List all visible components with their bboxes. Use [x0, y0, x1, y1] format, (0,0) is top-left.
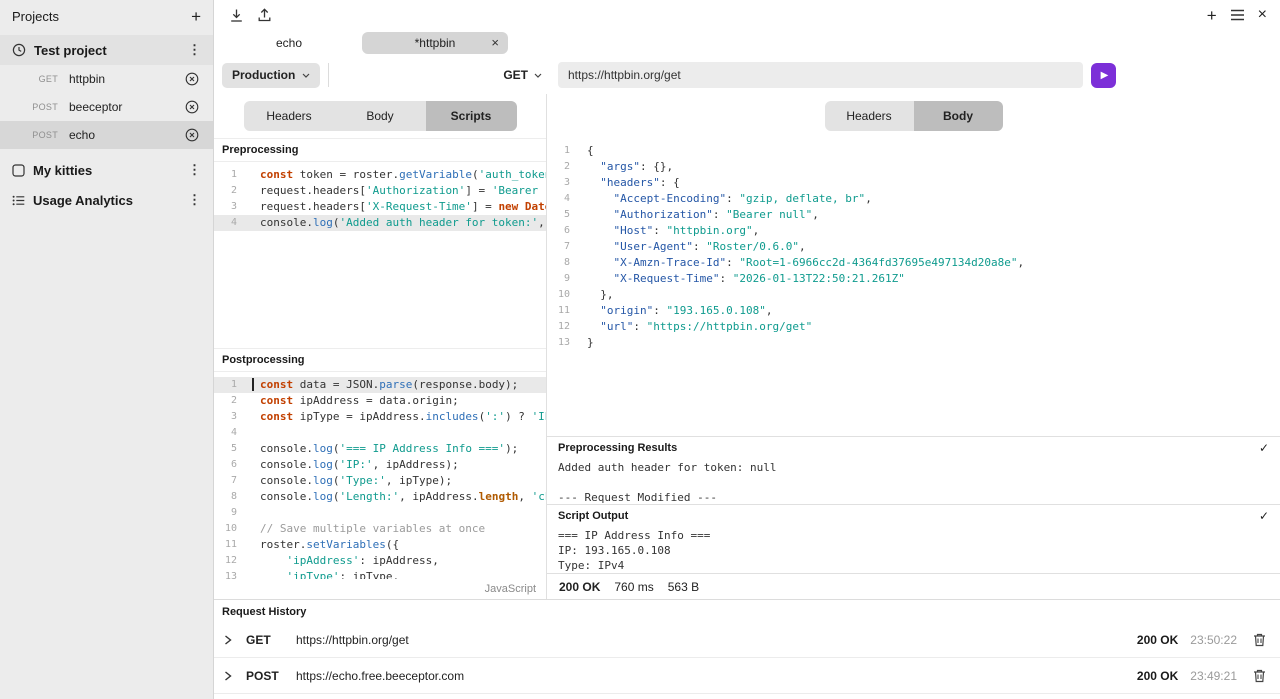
preprocessing-results-section: Preprocessing Results ✓ Added auth heade…	[547, 436, 1280, 504]
history-method: GET	[246, 633, 296, 647]
close-circle-icon[interactable]	[185, 72, 199, 86]
request-name: echo	[69, 128, 185, 142]
method-label: GET	[503, 68, 528, 82]
close-circle-icon[interactable]	[185, 128, 199, 142]
tab-httpbin[interactable]: *httpbin ×	[362, 32, 508, 54]
close-circle-icon[interactable]	[185, 100, 199, 114]
response-size: 563 B	[668, 580, 699, 594]
trash-icon[interactable]	[1253, 633, 1266, 647]
sidebar-item-test-project[interactable]: Test project ⋮	[0, 35, 213, 65]
menu-icon[interactable]	[1230, 9, 1245, 21]
project-menu-icon[interactable]: ⋮	[188, 42, 201, 58]
history-status: 200 OK	[1137, 669, 1178, 683]
chevron-down-icon	[534, 73, 542, 78]
chevron-right-icon[interactable]	[224, 671, 246, 681]
sidebar-request-httpbin[interactable]: GET httpbin	[0, 65, 213, 93]
language-label: JavaScript	[485, 583, 536, 595]
tab-request-scripts[interactable]: Scripts	[426, 101, 517, 131]
project-name: Test project	[34, 43, 180, 58]
tab-close-icon[interactable]: ×	[491, 35, 499, 50]
request-tabs: Headers Body Scripts	[214, 94, 546, 138]
content-split: Headers Body Scripts Preprocessing 1cons…	[214, 94, 1280, 599]
script-output-section: Script Output ✓ === IP Address Info ===I…	[547, 504, 1280, 573]
environment-label: Production	[232, 68, 295, 82]
response-status-bar: 200 OK 760 ms 563 B	[547, 573, 1280, 599]
app-window: Projects + Test project ⋮ GET httpbin PO…	[0, 0, 1280, 699]
preprocessing-results-title: Preprocessing Results	[558, 442, 677, 454]
tab-label: echo	[276, 36, 302, 50]
history-url: https://httpbin.org/get	[296, 633, 1137, 647]
sidebar-header: Projects +	[0, 0, 213, 35]
history-clock-icon	[12, 43, 26, 57]
request-name: httpbin	[69, 72, 185, 86]
project-menu-icon[interactable]: ⋮	[188, 192, 201, 208]
tab-strip: echo *httpbin ×	[214, 30, 1280, 56]
list-icon	[12, 194, 25, 207]
response-body-viewer[interactable]: 1{2 "args": {},3 "headers": {4 "Accept-E…	[547, 138, 1280, 436]
chevron-down-icon	[302, 73, 310, 78]
script-output-title: Script Output	[558, 510, 628, 522]
project-name: Usage Analytics	[33, 193, 180, 208]
request-bar: Production GET ▶	[214, 56, 1280, 94]
chevron-right-icon[interactable]	[224, 635, 246, 645]
success-check-icon: ✓	[1259, 509, 1269, 523]
send-button[interactable]: ▶	[1091, 63, 1116, 88]
script-output-text: === IP Address Info ===IP: 193.165.0.108…	[547, 526, 1280, 573]
sidebar-request-beeceptor[interactable]: POST beeceptor	[0, 93, 213, 121]
request-history-title: Request History	[214, 600, 1280, 622]
project-menu-icon[interactable]: ⋮	[188, 162, 201, 178]
status-code: 200 OK	[559, 580, 600, 594]
success-check-icon: ✓	[1259, 441, 1269, 455]
postprocessing-editor[interactable]: 1const data = JSON.parse(response.body);…	[214, 372, 546, 579]
response-time: 760 ms	[614, 580, 653, 594]
method-dropdown[interactable]: GET	[495, 63, 550, 88]
tab-label: *httpbin	[415, 36, 456, 50]
add-project-button[interactable]: +	[191, 8, 201, 25]
history-method: POST	[246, 669, 296, 683]
response-tabs: Headers Body	[547, 94, 1280, 138]
url-input[interactable]	[558, 62, 1083, 88]
request-method: POST	[24, 102, 58, 112]
close-window-icon[interactable]: ×	[1258, 7, 1267, 23]
preprocessing-results-output: Added auth header for token: null --- Re…	[547, 458, 1280, 504]
sidebar-item-usage-analytics[interactable]: Usage Analytics ⋮	[0, 185, 213, 215]
environment-dropdown[interactable]: Production	[222, 63, 320, 88]
postprocessing-label: Postprocessing	[222, 354, 305, 366]
board-icon	[12, 164, 25, 177]
top-toolbar: + ×	[214, 0, 1280, 30]
sidebar-title: Projects	[12, 9, 59, 24]
request-method: GET	[24, 74, 58, 84]
new-tab-button[interactable]: +	[1207, 7, 1217, 24]
project-name: My kitties	[33, 163, 180, 178]
tab-response-body[interactable]: Body	[914, 101, 1003, 131]
sidebar-item-my-kitties[interactable]: My kitties ⋮	[0, 155, 213, 185]
editor-footer: JavaScript	[214, 579, 546, 599]
response-panel: Headers Body 1{2 "args": {},3 "headers":…	[547, 94, 1280, 599]
preprocessing-header: Preprocessing	[214, 138, 546, 162]
postprocessing-header: Postprocessing	[214, 348, 546, 372]
tab-response-headers[interactable]: Headers	[825, 101, 914, 131]
request-history-panel: Request History GET https://httpbin.org/…	[214, 599, 1280, 699]
sidebar-request-echo[interactable]: POST echo	[0, 121, 213, 149]
preprocessing-editor[interactable]: 1const token = roster.getVariable('auth_…	[214, 162, 546, 348]
main-area: + × echo *httpbin × Production GET	[214, 0, 1280, 699]
tab-request-headers[interactable]: Headers	[244, 101, 335, 131]
tab-request-body[interactable]: Body	[335, 101, 426, 131]
request-panel: Headers Body Scripts Preprocessing 1cons…	[214, 94, 547, 599]
history-row[interactable]: GET https://httpbin.org/get 200 OK 23:50…	[214, 622, 1280, 658]
tab-echo[interactable]: echo	[216, 32, 362, 54]
divider	[328, 63, 329, 87]
history-url: https://echo.free.beeceptor.com	[296, 669, 1137, 683]
history-time: 23:49:21	[1190, 669, 1237, 683]
history-row[interactable]: POST https://echo.free.beeceptor.com 200…	[214, 658, 1280, 694]
request-method: POST	[24, 130, 58, 140]
export-share-icon[interactable]	[257, 8, 272, 23]
sidebar: Projects + Test project ⋮ GET httpbin PO…	[0, 0, 214, 699]
history-status: 200 OK	[1137, 633, 1178, 647]
trash-icon[interactable]	[1253, 669, 1266, 683]
import-download-icon[interactable]	[229, 8, 244, 23]
history-time: 23:50:22	[1190, 633, 1237, 647]
request-name: beeceptor	[69, 100, 185, 114]
preprocessing-label: Preprocessing	[222, 144, 298, 156]
